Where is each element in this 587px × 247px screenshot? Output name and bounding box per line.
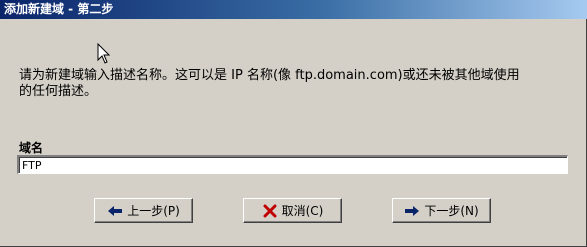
window-title: 添加新建域 - 第二步 [4,2,114,16]
description-line-2: 的任何描述。 [19,84,98,99]
domain-name-label: 域名 [19,141,44,155]
cancel-button[interactable]: 取消(C) [243,198,342,223]
cancel-button-label: 取消(C) [281,204,324,218]
description-text: 请为新建域输入描述名称。这可以是 IP 名称(像 ftp.domain.com)… [19,68,579,100]
description-line-1: 请为新建域输入描述名称。这可以是 IP 名称(像 ftp.domain.com)… [19,68,520,83]
next-button[interactable]: 下一步(N) [392,198,491,223]
domain-name-input[interactable] [17,155,568,174]
left-arrow-icon [107,205,123,217]
right-arrow-icon [404,205,420,217]
back-button[interactable]: 上一步(P) [94,198,193,223]
wizard-dialog: 添加新建域 - 第二步 请为新建域输入描述名称。这可以是 IP 名称(像 ftp… [0,0,587,247]
mouse-pointer-icon [97,43,111,64]
title-bar: 添加新建域 - 第二步 [0,0,587,19]
next-button-label: 下一步(N) [424,204,479,218]
red-x-icon [262,204,278,217]
back-button-label: 上一步(P) [127,204,180,218]
